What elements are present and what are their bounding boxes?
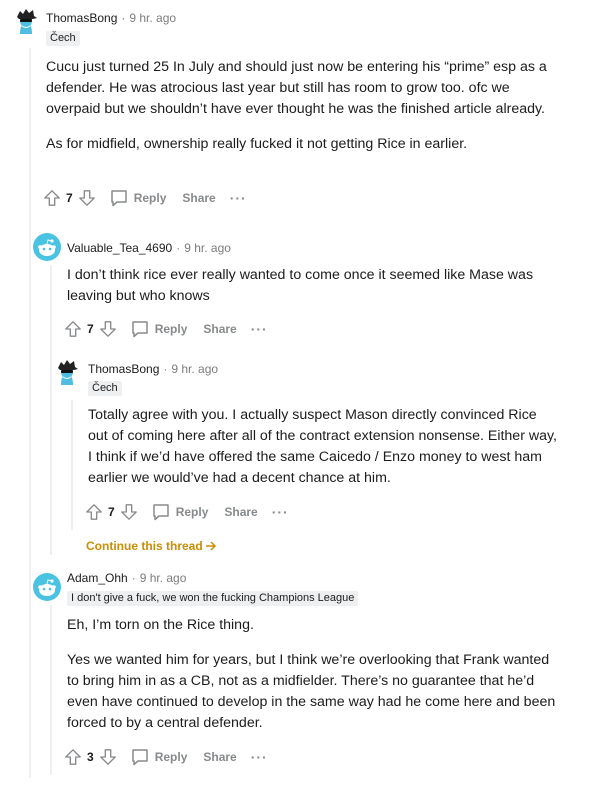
thread-line-reply-3[interactable]	[50, 605, 52, 775]
comment-body: Eh, I’m torn on the Rice thing. Yes we w…	[67, 615, 557, 734]
more-options-button[interactable]: ···	[251, 321, 268, 337]
comment-paragraph: As for midfield, ownership really fucked…	[46, 136, 468, 152]
timestamp[interactable]: 9 hr. ago	[184, 241, 231, 255]
timestamp[interactable]: 9 hr. ago	[171, 362, 218, 376]
thread-line-root[interactable]	[29, 48, 31, 778]
separator-dot: ·	[131, 571, 136, 585]
reply-label: Reply	[175, 505, 209, 519]
comment-paragraph: Cucu just turned 25 In July and should j…	[46, 59, 547, 117]
comment-header: Valuable_Tea_4690 · 9 hr. ago	[67, 241, 231, 255]
comment-actions: 7 Reply Share ···	[84, 500, 289, 524]
comment-actions: 7 Reply Share ···	[42, 186, 247, 210]
speech-bubble-icon	[152, 504, 169, 521]
reply-label: Reply	[133, 191, 167, 205]
thread-line-reply-1[interactable]	[50, 265, 52, 555]
speech-bubble-icon	[131, 321, 148, 338]
user-flair: I don't give a fuck, we won the fucking …	[67, 591, 359, 606]
timestamp[interactable]: 9 hr. ago	[129, 11, 176, 25]
avatar[interactable]	[53, 359, 81, 387]
comment-body: Totally agree with you. I actually suspe…	[88, 405, 558, 489]
downvote-icon[interactable]	[77, 188, 97, 208]
reply-button[interactable]: Reply	[126, 317, 192, 341]
comment-paragraph: Eh, I’m torn on the Rice thing.	[67, 617, 254, 633]
comment-actions: 7 Reply Share ···	[63, 317, 268, 341]
user-flair: Čech	[46, 31, 80, 46]
more-options-button[interactable]: ···	[272, 504, 289, 520]
separator-dot: ·	[176, 241, 181, 255]
vote-score: 7	[66, 191, 73, 205]
comment-paragraph: Yes we wanted him for years, but I think…	[67, 652, 556, 731]
thread-line-reply-2[interactable]	[71, 400, 73, 530]
share-label: Share	[203, 750, 237, 764]
more-options-button[interactable]: ···	[230, 190, 247, 206]
share-label: Share	[182, 191, 216, 205]
vote-score: 7	[87, 322, 94, 336]
username[interactable]: ThomasBong	[88, 362, 159, 376]
comment-paragraph: Totally agree with you. I actually suspe…	[88, 407, 557, 486]
downvote-icon[interactable]	[98, 319, 118, 339]
username[interactable]: Adam_Ohh	[67, 571, 128, 585]
upvote-icon[interactable]	[84, 502, 104, 522]
comment-header: ThomasBong · 9 hr. ago	[88, 362, 218, 376]
username[interactable]: ThomasBong	[46, 11, 117, 25]
vote-score: 3	[87, 750, 94, 764]
share-button[interactable]: Share	[199, 748, 240, 766]
arrow-right-icon	[205, 541, 216, 551]
timestamp[interactable]: 9 hr. ago	[140, 571, 187, 585]
downvote-icon[interactable]	[98, 747, 118, 767]
upvote-icon[interactable]	[42, 188, 62, 208]
more-options-button[interactable]: ···	[251, 749, 268, 765]
reply-button[interactable]: Reply	[126, 745, 192, 769]
share-button[interactable]: Share	[199, 320, 240, 338]
continue-thread-link[interactable]: Continue this thread	[86, 539, 217, 553]
reply-label: Reply	[154, 750, 188, 764]
separator-dot: ·	[163, 362, 168, 376]
avatar[interactable]	[33, 233, 61, 261]
speech-bubble-icon	[131, 749, 148, 766]
share-button[interactable]: Share	[220, 503, 261, 521]
comment-header: ThomasBong · 9 hr. ago	[46, 11, 176, 25]
vote-score: 7	[108, 505, 115, 519]
upvote-icon[interactable]	[63, 319, 83, 339]
comment-body: Cucu just turned 25 In July and should j…	[46, 57, 566, 155]
comment-actions: 3 Reply Share ···	[63, 745, 268, 769]
reply-button[interactable]: Reply	[147, 500, 213, 524]
comment-header: Adam_Ohh · 9 hr. ago	[67, 571, 186, 585]
downvote-icon[interactable]	[119, 502, 139, 522]
comment-body: I don’t think rice ever really wanted to…	[67, 265, 567, 307]
share-label: Share	[203, 322, 237, 336]
avatar[interactable]	[33, 573, 61, 601]
avatar[interactable]	[12, 8, 40, 36]
comment-paragraph: I don’t think rice ever really wanted to…	[67, 267, 534, 304]
separator-dot: ·	[121, 11, 126, 25]
share-button[interactable]: Share	[178, 189, 219, 207]
share-label: Share	[224, 505, 258, 519]
upvote-icon[interactable]	[63, 747, 83, 767]
speech-bubble-icon	[110, 190, 127, 207]
username[interactable]: Valuable_Tea_4690	[67, 241, 172, 255]
reply-button[interactable]: Reply	[105, 186, 171, 210]
continue-thread-label: Continue this thread	[86, 539, 203, 553]
user-flair: Čech	[88, 381, 122, 396]
reply-label: Reply	[154, 322, 188, 336]
